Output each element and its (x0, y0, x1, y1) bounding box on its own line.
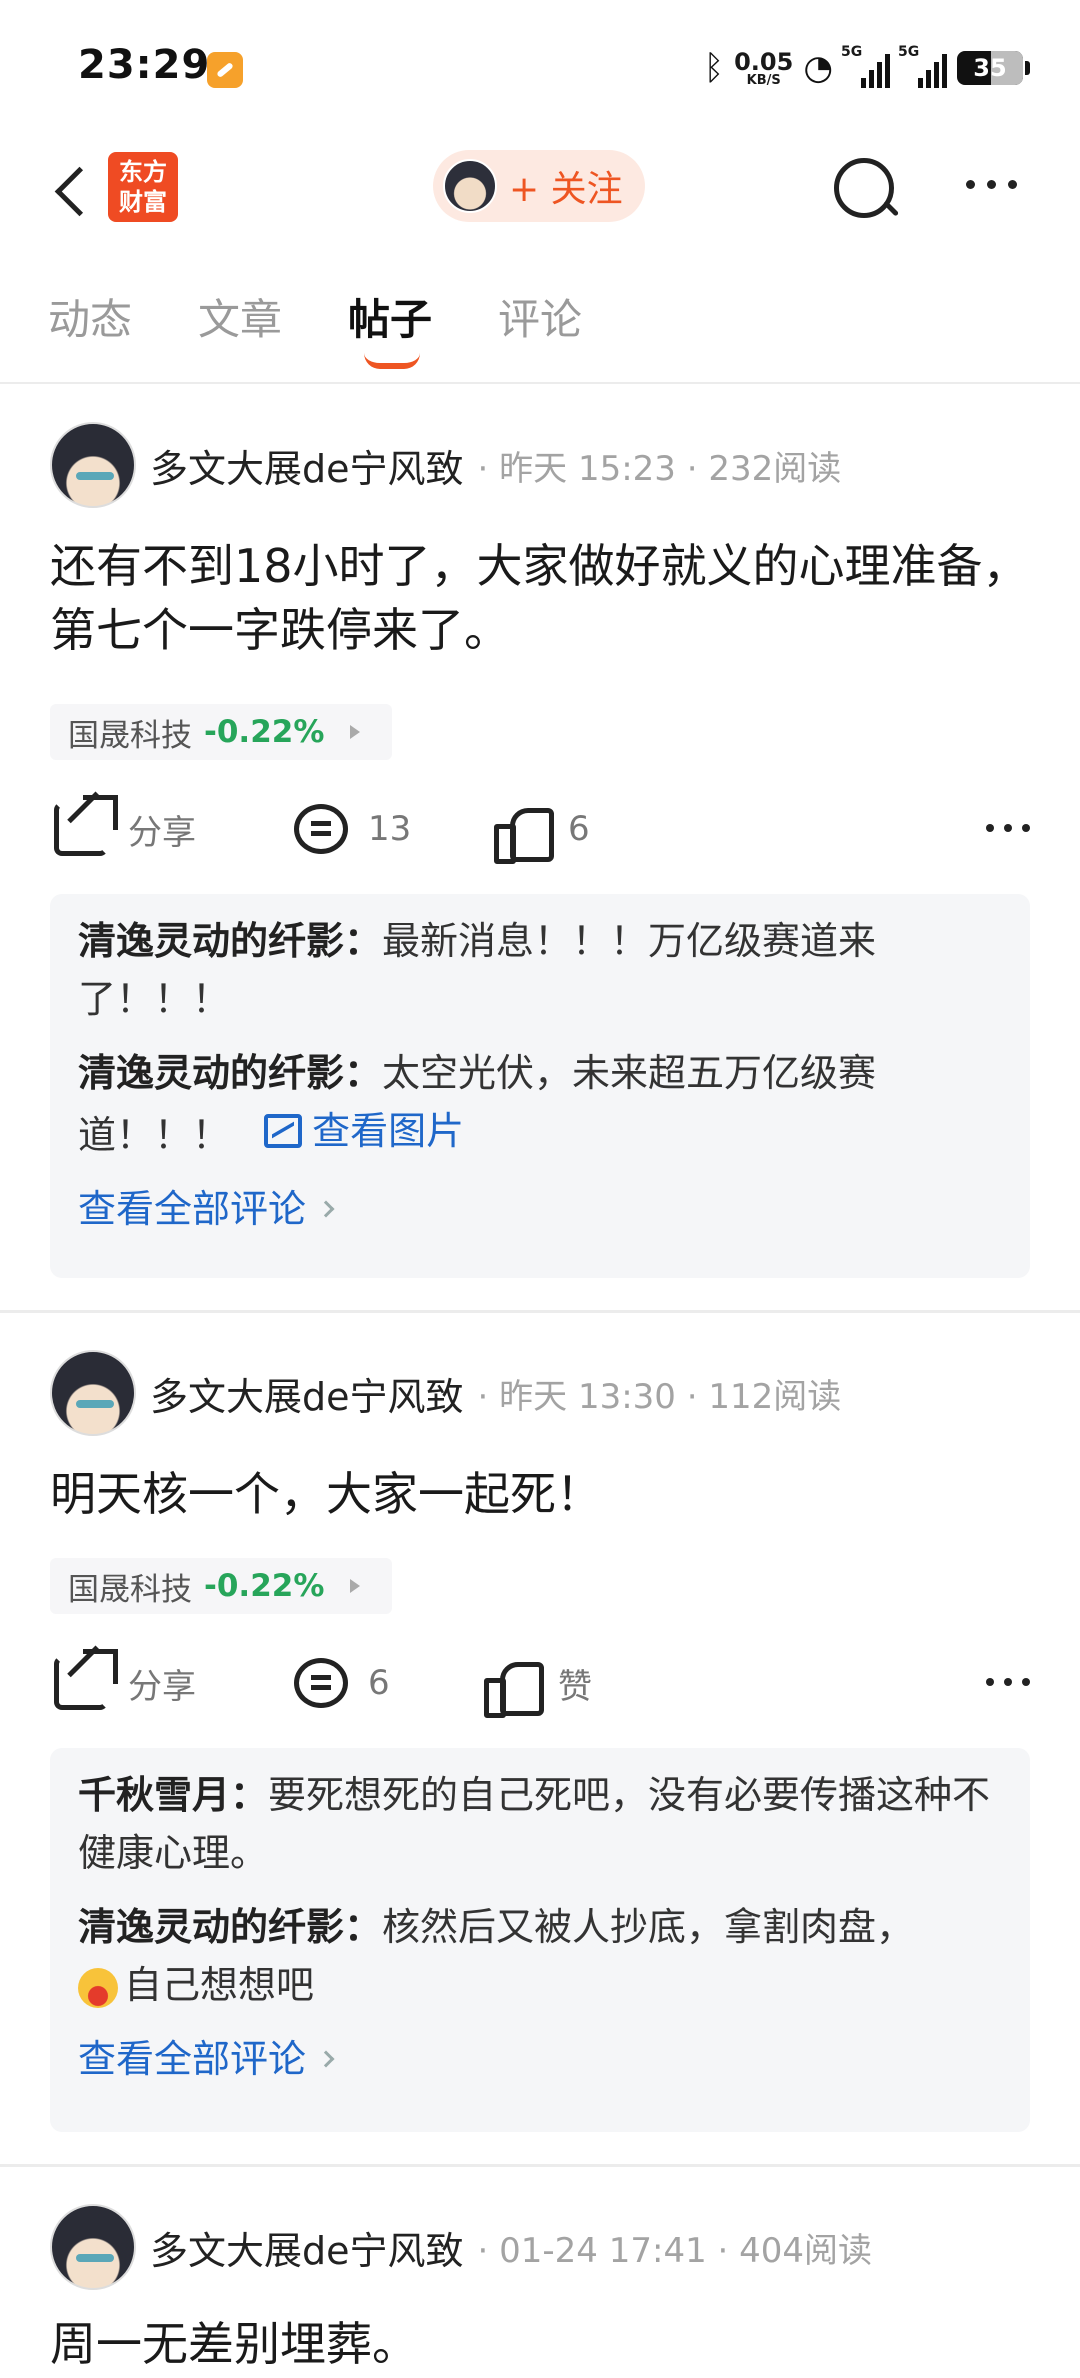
post-actions: 分享 6 赞 (50, 1648, 1030, 1718)
comment-user[interactable]: 千秋雪月： (78, 1773, 268, 1817)
stock-name: 国晟科技 (68, 1571, 192, 1608)
chevron-right-icon (350, 725, 361, 739)
image-icon (264, 1114, 303, 1148)
network-speed: 0.05 KB/S (734, 47, 794, 88)
active-tab-indicator (364, 353, 420, 369)
stock-name: 国晟科技 (68, 717, 192, 754)
tab-comments[interactable]: 评论 (498, 286, 582, 347)
avatar (443, 159, 497, 213)
more-icon[interactable] (986, 824, 1030, 832)
laughing-emoji-icon (78, 1967, 118, 2008)
comment-user[interactable]: 清逸灵动的纤影： (78, 919, 382, 963)
follow-label: + 关注 (509, 169, 623, 210)
post-meta: · 昨天 13:30 · 112阅读 (477, 1376, 842, 1417)
stock-change: -0.22% (204, 1568, 325, 1604)
view-image-link[interactable]: 查看图片 (264, 1102, 464, 1160)
tab-articles[interactable]: 文章 (198, 286, 282, 347)
comment-text-cont: 自己想想吧 (124, 1963, 315, 2007)
post-meta: · 01-24 17:41 · 404阅读 (477, 2230, 873, 2271)
chevron-right-icon (317, 2050, 335, 2068)
more-icon[interactable] (986, 1678, 1030, 1686)
avatar[interactable] (50, 2204, 136, 2290)
profile-tabs: 动态 文章 帖子 评论 (0, 276, 1080, 384)
tab-posts[interactable]: 帖子 (348, 286, 432, 347)
divider (0, 2164, 1080, 2167)
wifi-icon: ◔ (803, 48, 833, 88)
post-text[interactable]: 还有不到18小时了，大家做好就义的心理准备，第七个一字跌停来了。 (50, 534, 1030, 662)
author-row[interactable]: 多文大展de宁风致 · 01-24 17:41 · 404阅读 (50, 2204, 872, 2290)
comment-user[interactable]: 清逸灵动的纤影： (78, 1905, 382, 1949)
post-meta: · 昨天 15:23 · 232阅读 (477, 448, 842, 489)
author-row[interactable]: 多文大展de宁风致 · 昨天 13:30 · 112阅读 (50, 1350, 841, 1436)
like-button[interactable]: 赞 (484, 1648, 592, 1718)
thumbs-up-icon (484, 1656, 544, 1718)
notification-app-icon (207, 52, 243, 88)
avatar[interactable] (50, 422, 136, 508)
comment-item[interactable]: 清逸灵动的纤影：核然后又被人抄底，拿割肉盘， 自己想想吧 (78, 1898, 1002, 2014)
thumbs-up-icon (494, 802, 554, 864)
comment-item[interactable]: 清逸灵动的纤影：最新消息！！！万亿级赛道来了！！！ (78, 912, 1002, 1028)
comment-preview[interactable]: 千秋雪月：要死想死的自己死吧，没有必要传播这种不健康心理。 清逸灵动的纤影：核然… (50, 1748, 1030, 2132)
divider (0, 1310, 1080, 1313)
comment-icon (294, 1658, 348, 1708)
post-text[interactable]: 明天核一个，大家一起死！ (50, 1462, 1030, 1526)
chevron-right-icon (317, 1200, 335, 1218)
share-icon (54, 795, 118, 856)
battery-icon: 35 (957, 51, 1023, 85)
comment-button[interactable]: 6 (294, 1648, 390, 1718)
comment-preview[interactable]: 清逸灵动的纤影：最新消息！！！万亿级赛道来了！！！ 清逸灵动的纤影：太空光伏，未… (50, 894, 1030, 1278)
share-button[interactable]: 分享 (54, 1648, 196, 1718)
comment-item[interactable]: 千秋雪月：要死想死的自己死吧，没有必要传播这种不健康心理。 (78, 1766, 1002, 1882)
author-name[interactable]: 多文大展de宁风致 (150, 2220, 464, 2275)
top-header: 东方 财富 + 关注 (0, 130, 1080, 250)
author-name[interactable]: 多文大展de宁风致 (150, 1366, 464, 1421)
follow-button[interactable]: + 关注 (433, 150, 645, 222)
search-icon[interactable] (832, 156, 898, 222)
comment-item[interactable]: 清逸灵动的纤影：太空光伏，未来超五万亿级赛道！！！ 查看图片 (78, 1044, 1002, 1164)
view-all-comments-link[interactable]: 查看全部评论 (78, 1180, 1002, 1238)
back-arrow-icon[interactable] (44, 158, 94, 222)
bluetooth-icon: ᛒ (703, 48, 725, 88)
comment-user[interactable]: 清逸灵动的纤影： (78, 1051, 382, 1095)
signal-icon-1: 5G (841, 44, 890, 88)
comment-button[interactable]: 13 (294, 794, 411, 864)
chevron-right-icon (350, 1579, 361, 1593)
avatar[interactable] (50, 1350, 136, 1436)
share-button[interactable]: 分享 (54, 794, 196, 864)
post-text[interactable]: 周一无差别埋葬。 (50, 2312, 1030, 2376)
comment-text: 核然后又被人抄底，拿割肉盘， (382, 1905, 915, 1949)
stock-tag[interactable]: 国晟科技 -0.22% (50, 704, 392, 760)
more-icon[interactable] (966, 180, 1017, 189)
author-row[interactable]: 多文大展de宁风致 · 昨天 15:23 · 232阅读 (50, 422, 841, 508)
status-indicators: ᛒ 0.05 KB/S ◔ 5G 5G 35 (704, 44, 1030, 92)
share-icon (54, 1649, 118, 1710)
stock-change: -0.22% (204, 714, 325, 750)
app-logo: 东方 财富 (108, 152, 178, 222)
like-button[interactable]: 6 (494, 794, 590, 864)
comment-icon (294, 804, 348, 854)
status-time: 23:29 (78, 42, 211, 88)
view-all-comments-link[interactable]: 查看全部评论 (78, 2030, 1002, 2088)
author-name[interactable]: 多文大展de宁风致 (150, 438, 464, 493)
stock-tag[interactable]: 国晟科技 -0.22% (50, 1558, 392, 1614)
status-bar: 23:29 ᛒ 0.05 KB/S ◔ 5G 5G 35 (0, 0, 1080, 130)
tab-dynamics[interactable]: 动态 (48, 286, 132, 347)
post-actions: 分享 13 6 (50, 794, 1030, 864)
signal-icon-2: 5G (898, 44, 947, 88)
